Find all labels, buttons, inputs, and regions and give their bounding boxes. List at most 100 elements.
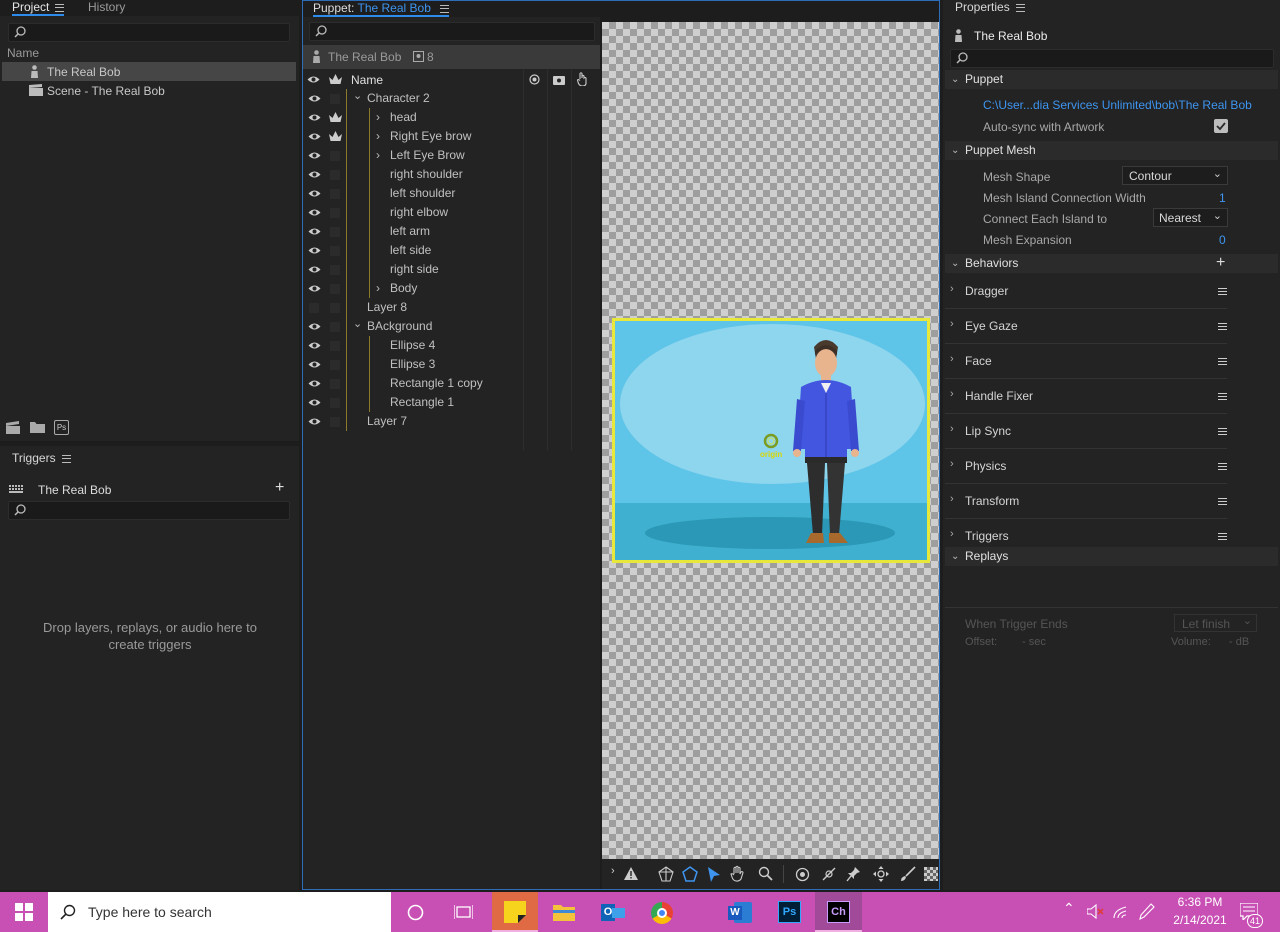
- eye-icon[interactable]: [308, 151, 321, 160]
- chevron-right-icon[interactable]: ›: [376, 279, 380, 298]
- section-behaviors-header[interactable]: ⌄ Behaviors +: [945, 254, 1278, 273]
- behavior-menu-icon[interactable]: [1218, 498, 1227, 505]
- toolbar-expand-icon[interactable]: ›: [611, 865, 615, 877]
- project-item-scene[interactable]: Scene - The Real Bob: [2, 81, 296, 100]
- connect-island-select[interactable]: Nearest ⌄: [1153, 208, 1228, 227]
- independence-toggle[interactable]: [330, 284, 340, 294]
- photoshop-import-icon[interactable]: Ps: [54, 420, 69, 435]
- layer-search-input[interactable]: [309, 22, 595, 41]
- independence-toggle[interactable]: [330, 341, 340, 351]
- chevron-right-icon[interactable]: ›: [950, 388, 954, 400]
- eye-icon[interactable]: [308, 322, 321, 331]
- behavior-item[interactable]: › Physics: [945, 449, 1227, 484]
- transparency-grid-toggle[interactable]: [924, 867, 938, 881]
- layer-column-name[interactable]: Name: [351, 73, 383, 87]
- section-replays-header[interactable]: ⌄ Replays: [945, 547, 1278, 566]
- panel-menu-icon[interactable]: [1015, 3, 1025, 12]
- eye-icon[interactable]: [308, 417, 321, 426]
- hand-tool-icon[interactable]: [730, 865, 746, 882]
- visibility-toggle[interactable]: [309, 303, 319, 313]
- section-puppet-header[interactable]: ⌄ Puppet: [945, 70, 1278, 89]
- eye-icon[interactable]: [308, 246, 321, 255]
- layer-row[interactable]: left arm: [303, 222, 600, 241]
- project-item-puppet[interactable]: The Real Bob: [2, 62, 296, 81]
- independence-toggle[interactable]: [330, 189, 340, 199]
- behavior-item[interactable]: › Dragger: [945, 274, 1227, 309]
- layer-row[interactable]: › Right Eye brow: [303, 127, 600, 146]
- eye-icon[interactable]: [308, 265, 321, 274]
- taskbar-search-input[interactable]: Type here to search: [48, 892, 391, 932]
- independence-toggle[interactable]: [330, 265, 340, 275]
- word-icon[interactable]: W: [728, 902, 752, 923]
- folder-icon[interactable]: [30, 421, 45, 433]
- dragger-tool-icon[interactable]: [873, 866, 889, 882]
- layer-row[interactable]: Rectangle 1: [303, 393, 600, 412]
- behavior-item[interactable]: › Lip Sync: [945, 414, 1227, 449]
- behavior-menu-icon[interactable]: [1218, 463, 1227, 470]
- chevron-down-icon[interactable]: ⌄: [353, 315, 362, 334]
- cortana-icon[interactable]: [407, 904, 424, 921]
- independence-toggle[interactable]: [330, 227, 340, 237]
- puppet-panel-title[interactable]: Puppet: The Real Bob: [313, 1, 450, 17]
- layer-row[interactable]: Ellipse 3: [303, 355, 600, 374]
- clock-date[interactable]: 2/14/2021: [1170, 913, 1230, 927]
- eye-icon[interactable]: [308, 132, 321, 141]
- independence-toggle[interactable]: [330, 303, 340, 313]
- stick-tool-icon[interactable]: [821, 866, 837, 882]
- behavior-menu-icon[interactable]: [1218, 288, 1227, 295]
- task-view-icon[interactable]: [454, 904, 473, 920]
- behavior-menu-icon[interactable]: [1218, 323, 1227, 330]
- chrome-icon[interactable]: [651, 902, 673, 924]
- project-search-input[interactable]: [8, 23, 290, 42]
- triggers-title[interactable]: Triggers: [12, 451, 71, 465]
- origin-handle-icon[interactable]: [763, 433, 779, 449]
- pen-icon[interactable]: [1139, 903, 1155, 920]
- behavior-menu-icon[interactable]: [1218, 428, 1227, 435]
- clock-time[interactable]: 6:36 PM: [1175, 895, 1225, 909]
- select-arrow-icon[interactable]: [707, 866, 721, 883]
- tab-history[interactable]: History: [88, 0, 125, 14]
- chevron-right-icon[interactable]: ›: [376, 146, 380, 165]
- file-explorer-icon[interactable]: [553, 903, 575, 921]
- layer-row[interactable]: Layer 7: [303, 412, 600, 431]
- tray-overflow-icon[interactable]: ⌃: [1063, 900, 1075, 917]
- independence-toggle[interactable]: [330, 322, 340, 332]
- behavior-item[interactable]: › Eye Gaze: [945, 309, 1227, 344]
- eye-icon[interactable]: [308, 398, 321, 407]
- layer-row[interactable]: Layer 8: [303, 298, 600, 317]
- layer-row[interactable]: left shoulder: [303, 184, 600, 203]
- layer-row[interactable]: right shoulder: [303, 165, 600, 184]
- independence-toggle[interactable]: [330, 379, 340, 389]
- chevron-right-icon[interactable]: ›: [950, 458, 954, 470]
- panel-menu-icon[interactable]: [61, 454, 71, 463]
- autosync-checkbox[interactable]: [1214, 119, 1228, 133]
- project-column-name[interactable]: Name: [7, 46, 39, 60]
- character-animator-app[interactable]: Ch: [815, 892, 862, 932]
- chevron-right-icon[interactable]: ›: [950, 318, 954, 330]
- eye-icon[interactable]: [308, 360, 321, 369]
- camera-icon[interactable]: [553, 74, 565, 85]
- brush-tool-icon[interactable]: [900, 866, 916, 882]
- tab-project[interactable]: Project: [12, 0, 65, 16]
- mesh-tool-icon[interactable]: [658, 866, 674, 882]
- panel-menu-icon[interactable]: [55, 3, 65, 12]
- crown-icon[interactable]: [329, 74, 342, 85]
- layer-row[interactable]: ⌄ Character 2: [303, 89, 600, 108]
- independence-toggle[interactable]: [330, 398, 340, 408]
- pin-tool-icon[interactable]: [846, 866, 861, 882]
- independence-toggle[interactable]: [330, 94, 340, 104]
- layer-row[interactable]: Ellipse 4: [303, 336, 600, 355]
- behavior-item[interactable]: › Transform: [945, 484, 1227, 519]
- character-figure[interactable]: [791, 339, 861, 544]
- chevron-right-icon[interactable]: ›: [376, 127, 380, 146]
- outlook-icon[interactable]: O: [601, 902, 625, 923]
- independence-toggle[interactable]: [330, 151, 340, 161]
- behavior-menu-icon[interactable]: [1218, 393, 1227, 400]
- independence-toggle[interactable]: [330, 170, 340, 180]
- section-mesh-header[interactable]: ⌄ Puppet Mesh: [945, 141, 1278, 160]
- sticky-notes-app[interactable]: [492, 892, 538, 932]
- eye-icon[interactable]: [308, 284, 321, 293]
- behavior-menu-icon[interactable]: [1218, 358, 1227, 365]
- origin-tool-icon[interactable]: [795, 867, 810, 882]
- new-scene-icon[interactable]: [6, 421, 20, 434]
